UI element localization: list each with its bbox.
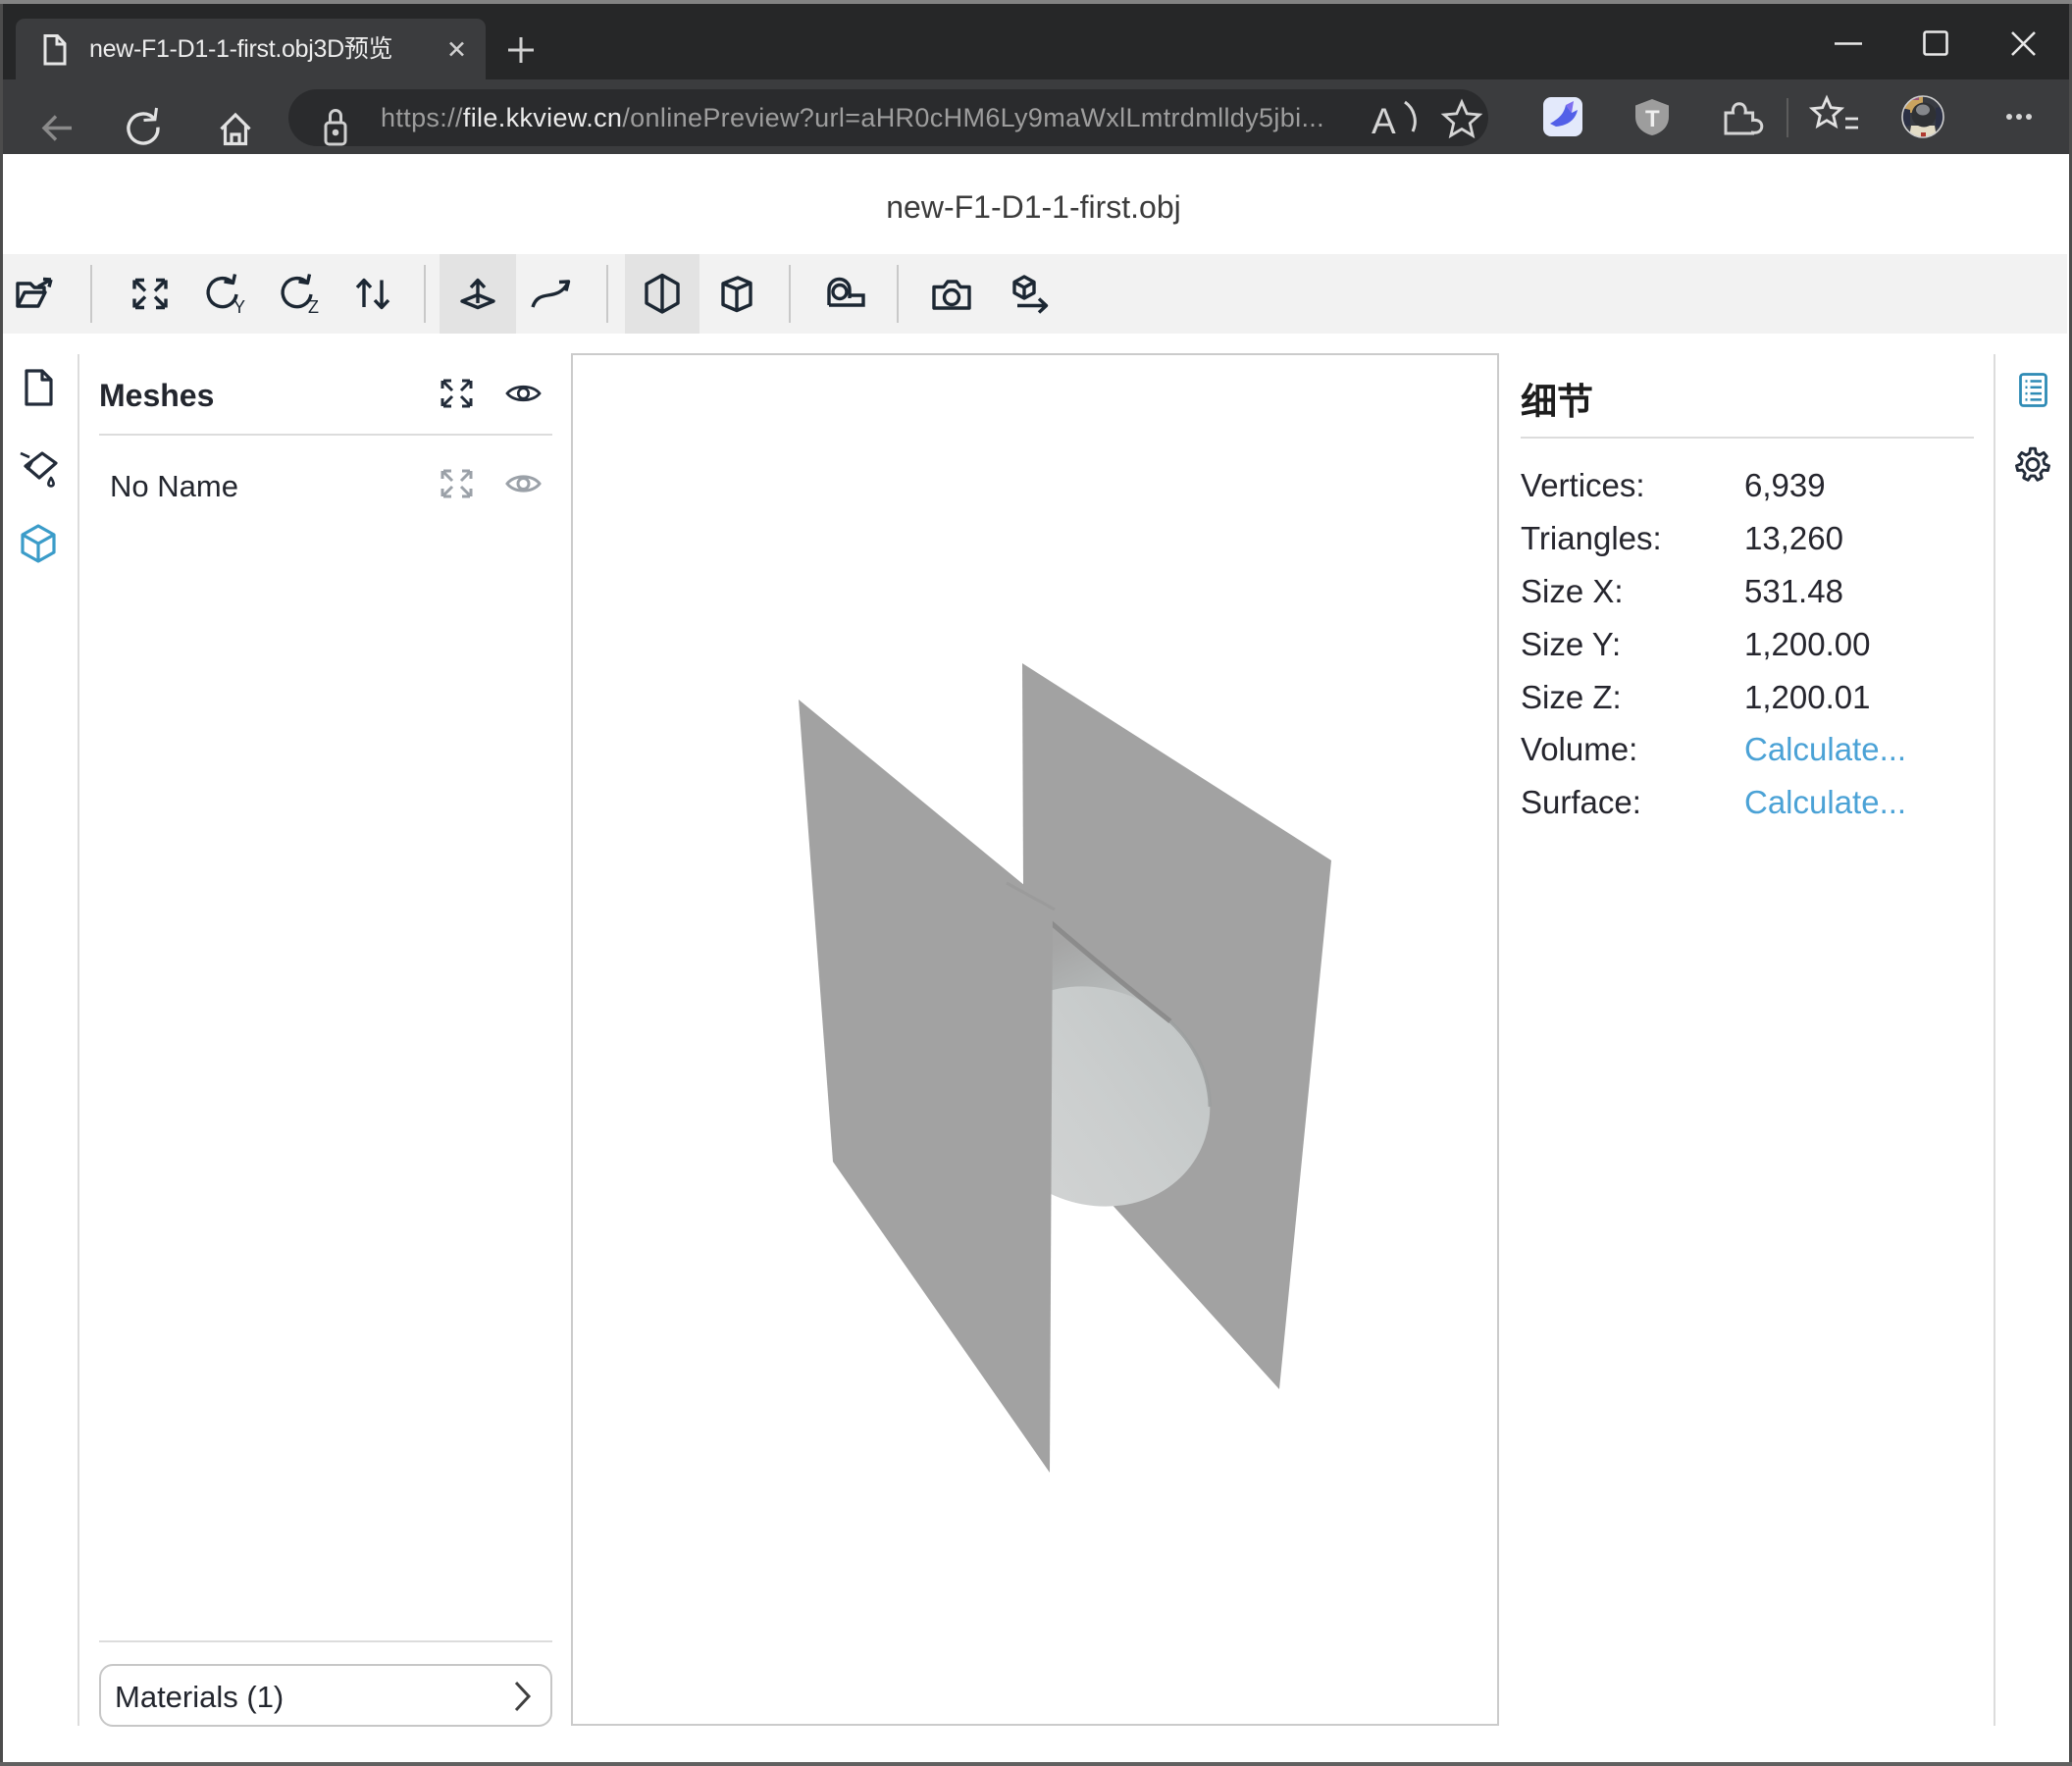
svg-text:A: A [1372,101,1396,141]
svg-text:T: T [1645,106,1660,132]
svg-text:Y: Y [233,297,245,317]
svg-text:Z: Z [308,297,319,317]
